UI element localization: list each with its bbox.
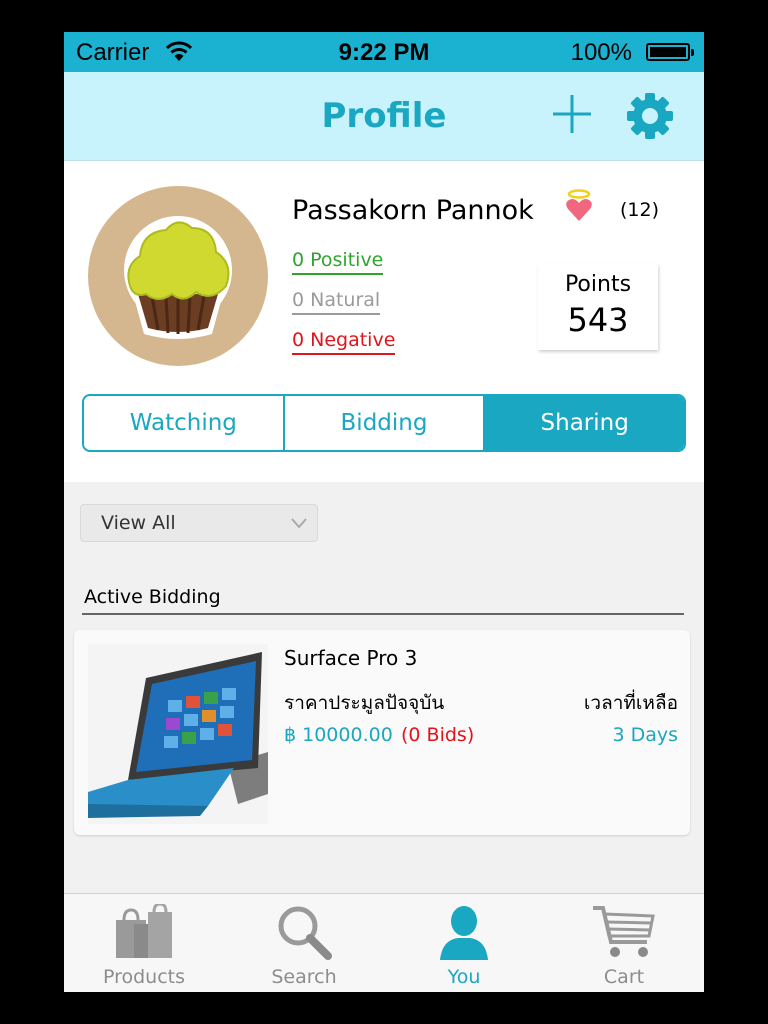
points-label: Points — [564, 272, 632, 297]
segmented-control: Watching Bidding Sharing — [82, 394, 686, 452]
rating-count: (12) — [620, 199, 660, 221]
segment-sharing[interactable]: Sharing — [483, 396, 684, 450]
tab-label: Products — [102, 966, 186, 988]
cart-icon — [593, 906, 655, 957]
profile-header: Passakorn Pannok (12) 0 Positive 0 Natur… — [64, 161, 704, 482]
person-icon — [440, 906, 488, 960]
magnifier-icon — [278, 906, 332, 960]
tab-cart[interactable]: Cart — [544, 894, 704, 992]
tab-label: You — [447, 966, 481, 988]
feedback-negative[interactable]: 0 Negative — [292, 329, 396, 355]
current-bid-label: ราคาประมูลปัจจุบัน — [284, 692, 445, 714]
tab-label: Cart — [603, 966, 645, 988]
phone-screen: Carrier 9:22 PM 100% Profile Passakorn P… — [64, 32, 704, 992]
bid-item-card[interactable]: Surface Pro 3 ราคาประมูลปัจจุบัน เวลาที่… — [74, 630, 690, 835]
angel-heart-icon — [566, 189, 592, 221]
shopping-bags-icon — [116, 904, 172, 958]
section-title: Active Bidding — [84, 586, 221, 608]
navigation-bar: Profile — [64, 72, 704, 161]
tab-label: Search — [271, 966, 337, 988]
status-bar: Carrier 9:22 PM 100% — [64, 32, 704, 72]
battery-percentage: 100% — [570, 39, 632, 66]
points-card: Points 543 — [538, 264, 658, 350]
filter-value: View All — [101, 512, 176, 534]
plus-icon[interactable] — [552, 94, 592, 134]
points-value: 543 — [567, 301, 629, 339]
item-name: Surface Pro 3 — [284, 646, 418, 670]
product-image — [88, 644, 268, 824]
gear-icon[interactable] — [626, 92, 674, 140]
section-divider — [82, 613, 684, 615]
tab-products[interactable]: Products — [64, 894, 224, 992]
chevron-down-icon — [291, 518, 307, 529]
tab-bar: Products Search You Cart — [64, 893, 704, 992]
current-price: ฿ 10000.00 — [284, 724, 393, 746]
page-title: Profile — [321, 96, 447, 136]
time-left-value: 3 Days — [612, 724, 678, 746]
feedback-natural[interactable]: 0 Natural — [292, 289, 381, 315]
cupcake-icon — [124, 216, 232, 339]
battery-icon — [646, 43, 694, 61]
tab-you[interactable]: You — [384, 894, 544, 992]
feedback-positive[interactable]: 0 Positive — [292, 249, 384, 275]
time-left-label: เวลาที่เหลือ — [583, 692, 678, 714]
view-filter-dropdown[interactable]: View All — [80, 504, 318, 542]
bid-count: (0 Bids) — [401, 724, 475, 746]
user-name: Passakorn Pannok — [292, 195, 534, 226]
tablet-photo — [88, 644, 268, 824]
tab-search[interactable]: Search — [224, 894, 384, 992]
segment-bidding[interactable]: Bidding — [282, 396, 484, 450]
avatar[interactable] — [88, 186, 268, 366]
segment-watching[interactable]: Watching — [84, 396, 283, 450]
